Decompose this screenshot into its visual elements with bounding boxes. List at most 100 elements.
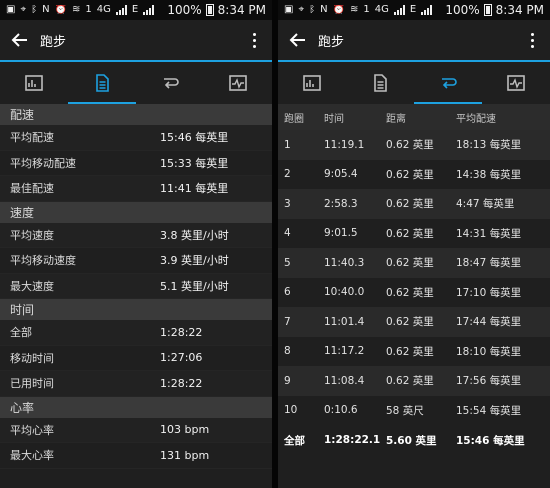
lap-time: 11:17.2 <box>324 345 365 358</box>
battery-percent: 100% <box>445 3 480 17</box>
stats-list: 配速 平均配速 15:46 每英里 平均移动配速 15:33 每英里 最佳配速 11:… <box>0 104 272 469</box>
sim-slot-label: 1 <box>363 5 370 15</box>
total-label: 全部 <box>284 434 305 447</box>
header-lap: 跑圈 <box>284 113 304 125</box>
table-row[interactable]: 7 11:01.4 0.62 英里 17:44 每英里 <box>278 307 550 337</box>
section-heart-rate: 心率 平均心率 103 bpm 最大心率 131 bpm <box>0 396 272 469</box>
page-title: 跑步 <box>40 34 67 50</box>
status-bar: ▣ ⌖ ᛒ N ⏰ ≋ 1 4G E 100% 8:34 PM <box>278 0 550 20</box>
stat-label: 已用时间 <box>10 377 54 391</box>
stat-label: 平均移动配速 <box>10 156 76 170</box>
stat-label: 最大心率 <box>10 449 54 463</box>
laps-loop-icon <box>164 78 179 89</box>
lap-time: 9:01.5 <box>324 227 358 240</box>
clock: 8:34 PM <box>495 3 544 17</box>
stat-row: 最大心率 131 bpm <box>0 443 272 469</box>
lap-number: 1 <box>284 138 291 151</box>
notification-letter: N <box>42 5 50 15</box>
tab-stats[interactable] <box>68 62 136 104</box>
laps-loop-icon <box>442 78 457 89</box>
bluetooth-icon: ᛒ <box>31 5 38 15</box>
tab-summary[interactable] <box>278 62 346 104</box>
totals-row: 全部 1:28:22.1 5.60 英里 15:46 每英里 <box>278 425 550 455</box>
lap-pace: 14:31 每英里 <box>456 227 522 240</box>
section-pace: 配速 平均配速 15:46 每英里 平均移动配速 15:33 每英里 最佳配速 11:… <box>0 104 272 202</box>
stat-value: 1:28:22 <box>160 325 203 339</box>
stats-list-icon <box>374 74 387 92</box>
lap-pace: 17:56 每英里 <box>456 375 522 388</box>
lap-distance: 0.62 英里 <box>386 257 434 270</box>
wifi-icon: ≋ <box>350 5 359 15</box>
back-arrow-icon[interactable] <box>8 28 32 52</box>
lap-time: 2:58.3 <box>324 197 358 210</box>
network-type: 4G <box>96 5 111 15</box>
stat-label: 平均配速 <box>10 131 54 145</box>
tab-graph[interactable] <box>204 62 272 104</box>
stat-label: 平均速度 <box>10 228 54 242</box>
signal-icon <box>393 5 405 15</box>
location-icon: ⌖ <box>298 5 305 15</box>
table-row[interactable]: 3 2:58.3 0.62 英里 4:47 每英里 <box>278 189 550 219</box>
overflow-menu-icon[interactable] <box>522 28 542 52</box>
stat-label: 全部 <box>10 326 32 340</box>
stat-row: 最大速度 5.1 英里/小时 <box>0 273 272 299</box>
carrier-mark: E <box>409 5 417 15</box>
lap-distance: 0.62 英里 <box>386 227 434 240</box>
header-avg-pace: 平均配速 <box>456 113 496 125</box>
lap-time: 0:10.6 <box>324 404 358 417</box>
laps-table: 跑圈 时间 距离 平均配速 1 11:19.1 0.62 英里 18:13 每英里 2… <box>278 104 550 455</box>
overflow-menu-icon[interactable] <box>244 28 264 52</box>
lap-number: 4 <box>284 227 291 240</box>
table-row[interactable]: 2 9:05.4 0.62 英里 14:38 每英里 <box>278 159 550 189</box>
tab-summary[interactable] <box>0 62 68 104</box>
lap-pace: 18:13 每英里 <box>456 139 522 152</box>
lap-pace: 4:47 每英里 <box>456 198 515 211</box>
tab-laps[interactable] <box>414 62 482 104</box>
stat-row: 全部 1:28:22 <box>0 320 272 346</box>
stat-value: 3.8 英里/小时 <box>160 228 229 242</box>
lap-time: 10:40.0 <box>324 286 365 299</box>
status-right: 100% 8:34 PM <box>167 3 266 17</box>
lap-distance: 0.62 英里 <box>386 375 434 388</box>
lap-time: 9:05.4 <box>324 168 358 181</box>
lap-distance: 0.62 英里 <box>386 316 434 329</box>
stat-value: 15:33 每英里 <box>160 156 229 170</box>
status-bar: ▣ ⌖ ᛒ N ⏰ ≋ 1 4G E 100% 8:34 PM <box>0 0 272 20</box>
lap-number: 9 <box>284 374 291 387</box>
sim-slot-label: 1 <box>85 5 92 15</box>
app-bar: 跑步 <box>0 20 272 62</box>
stats-list-icon <box>96 74 109 92</box>
lap-number: 10 <box>284 404 298 417</box>
table-row[interactable]: 10 0:10.6 58 英尺 15:54 每英里 <box>278 395 550 425</box>
stat-value: 1:28:22 <box>160 376 203 390</box>
table-row[interactable]: 8 11:17.2 0.62 英里 18:10 每英里 <box>278 336 550 366</box>
bluetooth-icon: ᛒ <box>309 5 316 15</box>
battery-percent: 100% <box>167 3 202 17</box>
back-arrow-icon[interactable] <box>286 28 310 52</box>
table-row[interactable]: 1 11:19.1 0.62 英里 18:13 每英里 <box>278 130 550 160</box>
table-row[interactable]: 5 11:40.3 0.62 英里 18:47 每英里 <box>278 248 550 278</box>
lap-distance: 0.62 英里 <box>386 139 434 152</box>
stat-row: 已用时间 1:28:22 <box>0 371 272 397</box>
lap-number: 6 <box>284 286 291 299</box>
clock: 8:34 PM <box>217 3 266 17</box>
image-icon: ▣ <box>284 5 294 15</box>
table-row[interactable]: 9 11:08.4 0.62 英里 17:56 每英里 <box>278 366 550 396</box>
network-type: 4G <box>374 5 389 15</box>
table-row[interactable]: 6 10:40.0 0.62 英里 17:10 每英里 <box>278 277 550 307</box>
status-icons: ▣ ⌖ ᛒ N ⏰ ≋ 1 4G E <box>6 5 167 15</box>
app-bar: 跑步 <box>278 20 550 62</box>
lap-pace: 17:44 每英里 <box>456 316 522 329</box>
tab-stats[interactable] <box>346 62 414 104</box>
stat-value: 1:27:06 <box>160 351 203 365</box>
stat-row: 平均心率 103 bpm <box>0 417 272 443</box>
tab-laps[interactable] <box>136 62 204 104</box>
section-header: 配速 <box>0 104 272 125</box>
laps-screen: ▣ ⌖ ᛒ N ⏰ ≋ 1 4G E 100% 8:34 PM 跑步 跑圈 时间… <box>278 0 550 488</box>
tab-bar <box>0 62 272 104</box>
tab-graph[interactable] <box>482 62 550 104</box>
table-row[interactable]: 4 9:01.5 0.62 英里 14:31 每英里 <box>278 218 550 248</box>
page-title: 跑步 <box>318 34 345 50</box>
stat-value: 15:46 每英里 <box>160 131 229 145</box>
stat-row: 平均速度 3.8 英里/小时 <box>0 222 272 248</box>
